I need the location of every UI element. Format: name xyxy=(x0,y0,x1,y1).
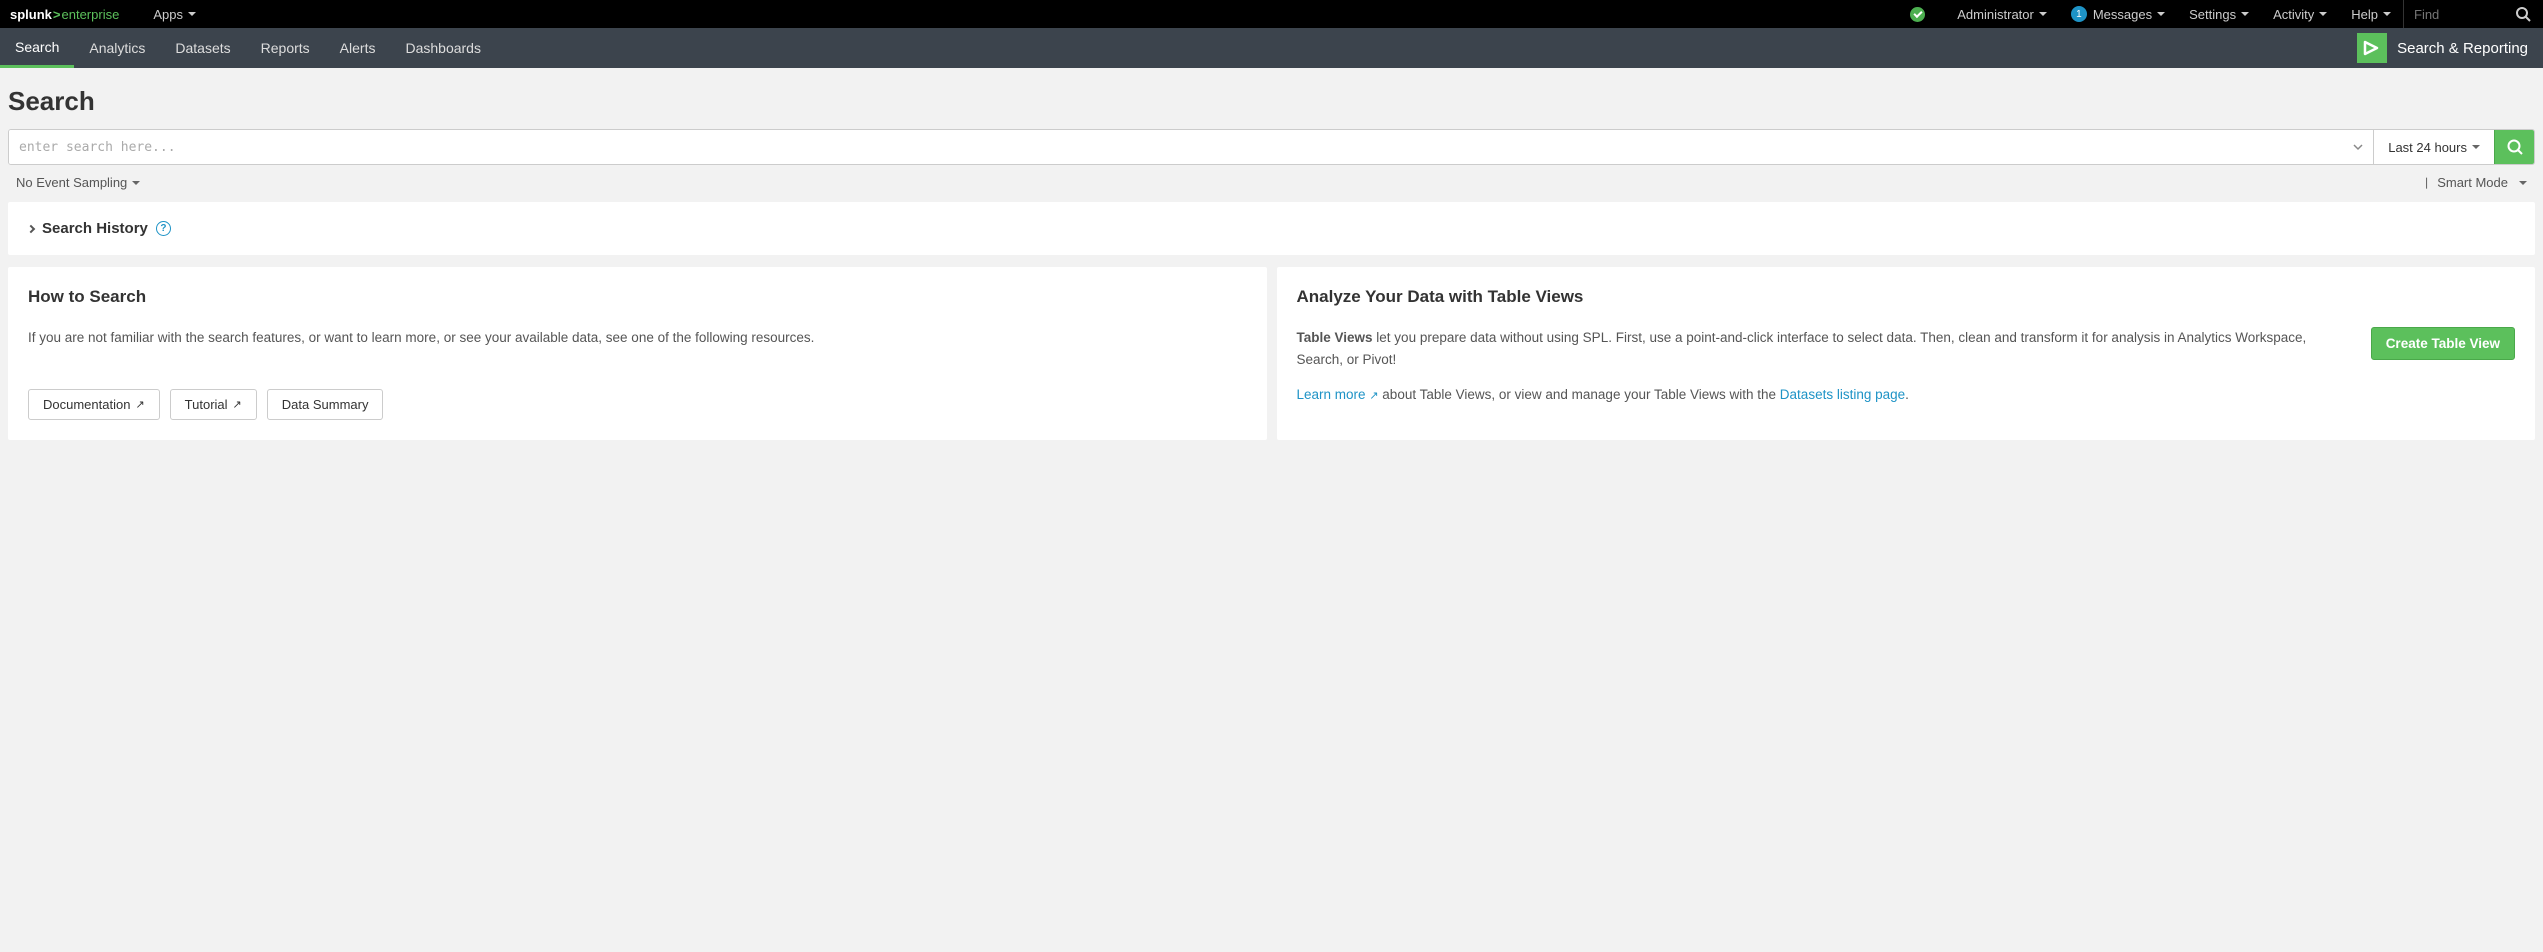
external-link-icon: ↗ xyxy=(135,398,144,411)
chevron-down-icon xyxy=(2157,12,2165,16)
chevron-down-icon xyxy=(2353,142,2363,152)
nav-alerts[interactable]: Alerts xyxy=(325,28,391,68)
button-label: Data Summary xyxy=(282,397,369,412)
nav-label: Datasets xyxy=(175,40,230,56)
chevron-down-icon xyxy=(2241,12,2249,16)
event-sampling-label: No Event Sampling xyxy=(16,175,127,190)
nav-datasets[interactable]: Datasets xyxy=(160,28,245,68)
search-options-row: No Event Sampling ❘ Smart Mode xyxy=(8,165,2535,194)
search-submit-button[interactable] xyxy=(2494,130,2534,164)
nav-label: Search xyxy=(15,39,59,55)
find-input[interactable] xyxy=(2414,7,2474,22)
settings-menu[interactable]: Settings xyxy=(2177,0,2261,28)
chevron-down-icon xyxy=(2519,181,2527,185)
search-history-title: Search History xyxy=(42,220,148,237)
table-views-row: Table Views let you prepare data without… xyxy=(1297,327,2516,406)
search-history-toggle[interactable]: Search History ? xyxy=(28,220,2515,237)
nav-label: Analytics xyxy=(89,40,145,56)
messages-count-badge: 1 xyxy=(2071,6,2087,22)
nav-reports[interactable]: Reports xyxy=(246,28,325,68)
search-icon xyxy=(2515,6,2531,22)
create-table-view-button[interactable]: Create Table View xyxy=(2371,327,2515,360)
global-topbar: splunk > enterprise Apps Administrator 1… xyxy=(0,0,2543,28)
check-circle-icon xyxy=(1910,7,1925,22)
app-nav: Search Analytics Datasets Reports Alerts… xyxy=(0,28,2543,68)
search-mode-dropdown[interactable]: ❘ Smart Mode xyxy=(2416,171,2533,194)
search-input[interactable] xyxy=(9,130,2343,164)
datasets-listing-link[interactable]: Datasets listing page xyxy=(1780,387,1905,402)
chevron-down-icon xyxy=(2319,12,2327,16)
app-logo-icon xyxy=(2357,33,2387,63)
lead-rest: let you prepare data without using SPL. … xyxy=(1297,330,2307,367)
activity-menu-label: Activity xyxy=(2273,7,2314,22)
logo-gt: > xyxy=(53,7,61,22)
logo-text-enterprise: enterprise xyxy=(62,7,120,22)
info-columns: How to Search If you are not familiar wi… xyxy=(8,267,2535,440)
subnav-spacer xyxy=(496,28,2357,68)
app-badge[interactable]: Search & Reporting xyxy=(2357,28,2543,68)
how-to-search-card: How to Search If you are not familiar wi… xyxy=(8,267,1267,440)
chevron-right-icon xyxy=(27,224,35,232)
card-title: Analyze Your Data with Table Views xyxy=(1297,287,2516,307)
lightbulb-icon: ❘ xyxy=(2422,176,2431,189)
nav-analytics[interactable]: Analytics xyxy=(74,28,160,68)
learn-more-link[interactable]: Learn more ↗ xyxy=(1297,387,1383,402)
search-icon xyxy=(2506,138,2524,156)
messages-menu-label: Messages xyxy=(2093,7,2152,22)
search-bar: Last 24 hours xyxy=(8,129,2535,165)
help-menu[interactable]: Help xyxy=(2339,0,2403,28)
button-label: Tutorial xyxy=(185,397,228,412)
global-find[interactable] xyxy=(2403,0,2503,28)
table-views-card: Analyze Your Data with Table Views Table… xyxy=(1277,267,2536,440)
help-icon[interactable]: ? xyxy=(156,221,171,236)
user-menu[interactable]: Administrator xyxy=(1945,0,2059,28)
external-link-icon: ↗ xyxy=(233,398,242,411)
time-range-label: Last 24 hours xyxy=(2388,140,2467,155)
table-views-lead: Table Views let you prepare data without… xyxy=(1297,327,2341,370)
mid-text: about Table Views, or view and manage yo… xyxy=(1382,387,1780,402)
help-menu-label: Help xyxy=(2351,7,2378,22)
lead-bold: Table Views xyxy=(1297,330,1373,345)
event-sampling-dropdown[interactable]: No Event Sampling xyxy=(10,171,146,194)
chevron-down-icon xyxy=(188,12,196,16)
search-history-panel: Search History ? xyxy=(8,202,2535,255)
splunk-logo[interactable]: splunk > enterprise xyxy=(10,7,119,22)
messages-menu[interactable]: 1 Messages xyxy=(2059,0,2177,28)
app-badge-label: Search & Reporting xyxy=(2397,40,2528,57)
button-label: Documentation xyxy=(43,397,130,412)
apps-menu-label: Apps xyxy=(153,7,183,22)
table-views-links: Learn more ↗ about Table Views, or view … xyxy=(1297,384,2341,406)
link-label: Learn more xyxy=(1297,387,1366,402)
activity-menu[interactable]: Activity xyxy=(2261,0,2339,28)
settings-menu-label: Settings xyxy=(2189,7,2236,22)
search-mode-label: Smart Mode xyxy=(2437,175,2508,190)
page-title: Search xyxy=(8,76,2535,129)
apps-menu[interactable]: Apps xyxy=(141,0,208,28)
time-range-picker[interactable]: Last 24 hours xyxy=(2373,130,2494,164)
table-views-text: Table Views let you prepare data without… xyxy=(1297,327,2341,406)
nav-label: Reports xyxy=(261,40,310,56)
data-summary-button[interactable]: Data Summary xyxy=(267,389,384,420)
find-submit[interactable] xyxy=(2503,0,2543,28)
card-title: How to Search xyxy=(28,287,1247,307)
nav-dashboards[interactable]: Dashboards xyxy=(390,28,496,68)
nav-search[interactable]: Search xyxy=(0,28,74,68)
howto-button-row: Documentation ↗ Tutorial ↗ Data Summary xyxy=(28,389,1247,420)
documentation-button[interactable]: Documentation ↗ xyxy=(28,389,160,420)
nav-label: Dashboards xyxy=(405,40,481,56)
chevron-down-icon xyxy=(2383,12,2391,16)
search-assistant-toggle[interactable] xyxy=(2343,130,2373,164)
chevron-down-icon xyxy=(2472,145,2480,149)
user-menu-label: Administrator xyxy=(1957,7,2034,22)
logo-text-splunk: splunk xyxy=(10,7,52,22)
chevron-down-icon xyxy=(132,181,140,185)
nav-label: Alerts xyxy=(340,40,376,56)
page-content: Search Last 24 hours No Event Sampling ❘… xyxy=(0,68,2543,460)
tutorial-button[interactable]: Tutorial ↗ xyxy=(170,389,257,420)
chevron-down-icon xyxy=(2039,12,2047,16)
card-body: If you are not familiar with the search … xyxy=(28,327,1247,349)
external-link-icon: ↗ xyxy=(1369,390,1378,402)
health-status[interactable] xyxy=(1898,0,1945,28)
period: . xyxy=(1905,387,1909,402)
